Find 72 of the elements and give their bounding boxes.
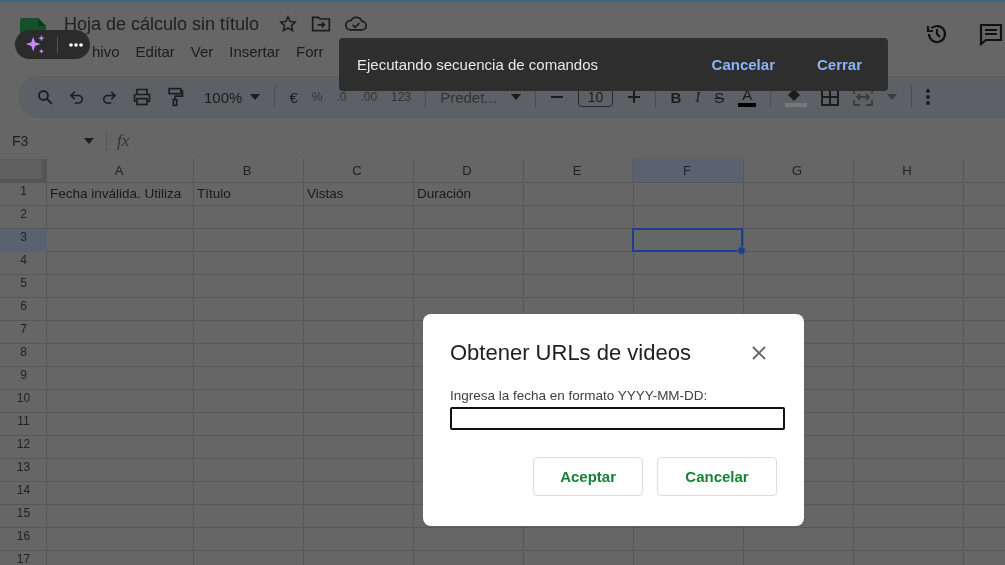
prompt-label: Ingresa la fecha en formato YYYY-MM-DD: bbox=[450, 388, 709, 403]
snackbar-action[interactable]: Cancelar bbox=[703, 50, 783, 79]
row-header[interactable]: 6 bbox=[0, 298, 47, 321]
caret-icon[interactable] bbox=[510, 94, 521, 100]
name-box[interactable]: F3 bbox=[12, 133, 84, 149]
cloud-check-icon[interactable] bbox=[345, 16, 368, 32]
table-cell-text: Duración bbox=[416, 185, 473, 203]
row-header[interactable]: 17 bbox=[0, 551, 47, 565]
search-icon[interactable] bbox=[36, 88, 54, 106]
comment-icon[interactable] bbox=[979, 22, 1003, 46]
caret-icon[interactable] bbox=[84, 138, 94, 144]
folder-icon[interactable] bbox=[311, 15, 332, 33]
table-cell-text: Vistas bbox=[306, 185, 345, 203]
percent-format-button[interactable]: % bbox=[311, 90, 323, 104]
row-header[interactable]: 13 bbox=[0, 459, 47, 482]
date-input-field[interactable] bbox=[450, 407, 785, 430]
menu-item[interactable]: Forr bbox=[296, 43, 324, 60]
row-header[interactable]: 7 bbox=[0, 321, 47, 344]
active-cell[interactable] bbox=[632, 228, 743, 252]
column-header[interactable]: G bbox=[742, 159, 852, 183]
column-header[interactable]: A bbox=[46, 159, 192, 183]
row-header[interactable]: 4 bbox=[0, 252, 47, 275]
strikethrough-button[interactable]: S bbox=[714, 88, 725, 106]
dialog-button[interactable]: Aceptar bbox=[533, 457, 643, 496]
column-header[interactable]: B bbox=[192, 159, 302, 183]
table-cell-text: Título bbox=[196, 185, 232, 203]
more-horizontal-icon[interactable] bbox=[69, 42, 83, 47]
close-icon[interactable] bbox=[752, 346, 766, 360]
caret-icon[interactable] bbox=[887, 94, 898, 100]
dialog-title: Obtener URLs de videos bbox=[450, 340, 691, 366]
table-cell-text: Fecha inválida. Utiliza bbox=[49, 185, 183, 203]
redo-icon[interactable] bbox=[100, 88, 118, 106]
history-icon[interactable] bbox=[925, 22, 949, 46]
borders-icon[interactable] bbox=[821, 88, 840, 106]
column-header[interactable]: C bbox=[302, 159, 412, 183]
row-header[interactable]: 10 bbox=[0, 390, 47, 413]
row-header[interactable]: 1 bbox=[0, 183, 47, 206]
row-header[interactable]: 11 bbox=[0, 413, 47, 436]
plus-icon[interactable] bbox=[627, 90, 642, 104]
print-icon[interactable] bbox=[132, 87, 152, 107]
undo-icon[interactable] bbox=[68, 88, 86, 106]
row-header[interactable]: 12 bbox=[0, 436, 47, 459]
more-vertical-icon[interactable] bbox=[926, 89, 931, 105]
row-header[interactable]: 14 bbox=[0, 482, 47, 505]
menu-item[interactable]: Editar bbox=[135, 43, 175, 60]
sparkle-icon[interactable] bbox=[24, 33, 46, 56]
menu-item[interactable]: Insertar bbox=[229, 43, 281, 60]
merge-cells-icon[interactable] bbox=[853, 88, 874, 106]
row-header[interactable]: 5 bbox=[0, 275, 47, 298]
menu-item[interactable]: Ver bbox=[190, 43, 214, 60]
snackbar-action[interactable]: Cerrar bbox=[808, 50, 870, 79]
row-header[interactable]: 2 bbox=[0, 206, 47, 229]
paint-roller-icon[interactable] bbox=[166, 87, 184, 107]
caret-icon[interactable] bbox=[250, 94, 261, 100]
menu-item[interactable]: hivo bbox=[92, 43, 120, 60]
column-header[interactable]: E bbox=[522, 159, 632, 183]
bold-button[interactable]: B bbox=[670, 88, 682, 106]
row-header[interactable]: 16 bbox=[0, 528, 47, 551]
row-header[interactable]: 8 bbox=[0, 344, 47, 367]
document-title[interactable]: Hoja de cálculo sin título bbox=[64, 13, 260, 35]
snackbar-message: Ejecutando secuencia de comandos bbox=[357, 56, 598, 73]
row-header[interactable]: 9 bbox=[0, 367, 47, 390]
column-header[interactable]: D bbox=[412, 159, 522, 183]
row-header[interactable]: 15 bbox=[0, 505, 47, 528]
dialog-button[interactable]: Cancelar bbox=[657, 457, 777, 496]
zoom-dropdown[interactable]: 100% bbox=[204, 88, 243, 106]
column-header[interactable]: H bbox=[852, 159, 962, 183]
italic-button[interactable]: I bbox=[695, 88, 701, 106]
currency-format-button[interactable]: € bbox=[289, 88, 298, 106]
star-icon[interactable] bbox=[279, 15, 298, 33]
column-header[interactable]: F bbox=[632, 159, 742, 183]
row-header[interactable]: 3 bbox=[0, 229, 47, 252]
